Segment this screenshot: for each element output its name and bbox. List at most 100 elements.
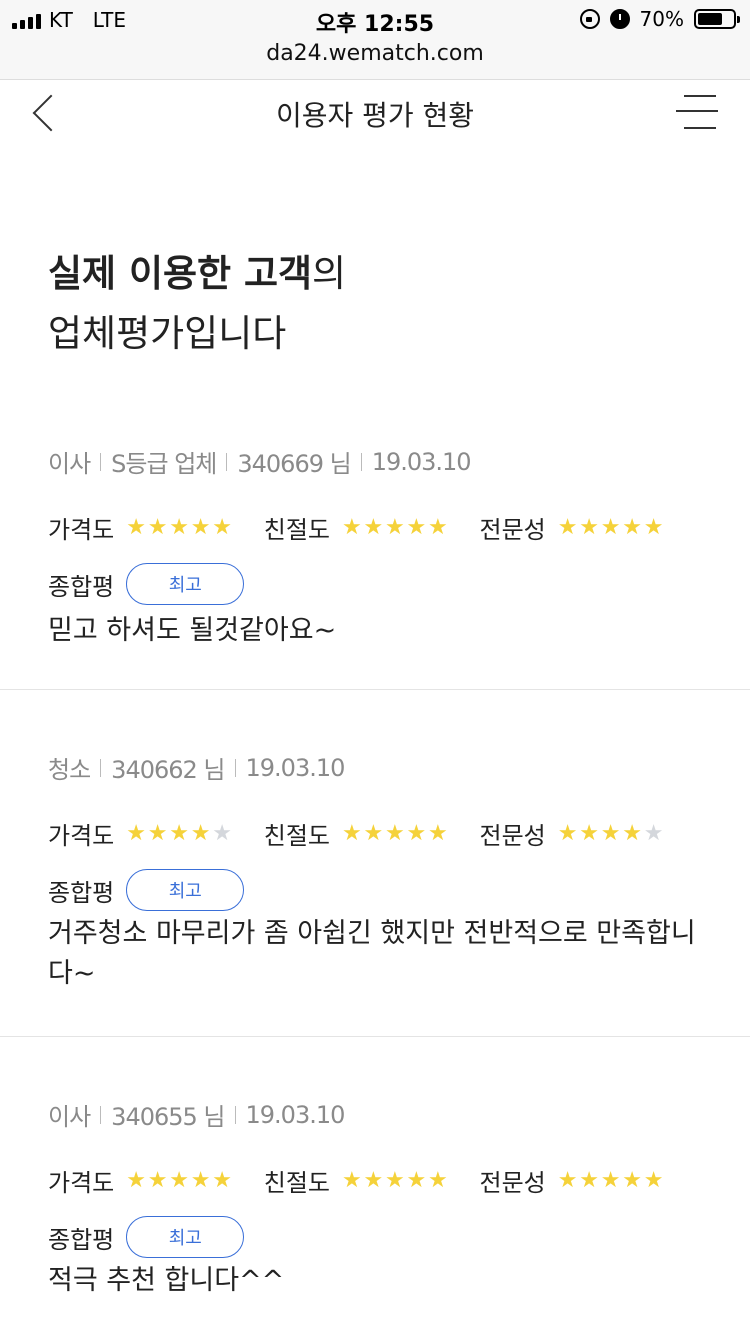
overall-row: 종합평 최고: [48, 563, 245, 605]
status-bar: KT LTE 오후 12:55 70%: [0, 0, 750, 40]
rating-label: 친절도: [263, 516, 330, 544]
star-filled-icon: ★: [622, 1167, 642, 1193]
rating-row: 가격도 ★ ★ ★ ★ ★ 친절도 ★ ★ ★ ★ ★ 전문성 ★ ★ ★ ★ ★: [48, 510, 665, 545]
star-filled-icon: ★: [126, 514, 146, 540]
star-filled-icon: ★: [428, 820, 448, 846]
intro-line-2: 업체평가입니다: [48, 312, 287, 355]
star-empty-icon: ★: [212, 820, 232, 846]
star-filled-icon: ★: [126, 820, 146, 846]
star-filled-icon: ★: [557, 820, 578, 846]
intro-heading: 실제 이용한 고객의 업체평가입니다: [48, 244, 346, 364]
rating-group: 친절도 ★ ★ ★ ★ ★: [264, 816, 450, 851]
overall-label: 종합평: [48, 1225, 115, 1254]
overall-label: 종합평: [48, 878, 115, 907]
rating-group: 가격도 ★ ★ ★ ★ ★: [48, 1163, 234, 1198]
star-filled-icon: ★: [428, 1167, 448, 1193]
url-text: da24.wematch.com: [266, 41, 484, 66]
battery-percent: 70%: [639, 7, 684, 31]
meta-item: 19.03.10: [245, 1100, 346, 1129]
review-card: 이사 340655 님 19.03.10 가격도 ★ ★ ★ ★ ★ 친절도 ★ ★ ★ ★ ★ 전문성 ★ ★ ★…: [0, 1037, 750, 1334]
rating-label: 가격도: [48, 1169, 115, 1197]
star-filled-icon: ★: [363, 1167, 384, 1193]
meta-separator: [100, 1105, 102, 1124]
page-title: 이용자 평가 현황: [275, 99, 475, 132]
review-meta: 이사 340655 님 19.03.10: [48, 1097, 346, 1132]
star-filled-icon: ★: [169, 820, 189, 846]
meta-separator: [234, 1105, 236, 1124]
star-rating: ★ ★ ★ ★ ★: [126, 820, 234, 846]
url-bar[interactable]: da24.wematch.com: [0, 40, 750, 80]
meta-separator: [360, 452, 362, 471]
meta-item: 19.03.10: [371, 447, 472, 476]
star-filled-icon: ★: [406, 1167, 427, 1193]
rating-label: 친절도: [263, 822, 330, 850]
meta-separator: [100, 758, 102, 777]
alarm-icon: [609, 9, 630, 29]
rating-group: 전문성 ★ ★ ★ ★ ★: [480, 510, 666, 545]
meta-item: 이사: [48, 450, 91, 478]
meta-item: 이사: [48, 1103, 91, 1131]
star-filled-icon: ★: [190, 514, 211, 540]
star-filled-icon: ★: [212, 514, 232, 540]
star-filled-icon: ★: [363, 820, 384, 846]
star-filled-icon: ★: [406, 820, 427, 846]
meta-separator: [226, 452, 228, 471]
overall-row: 종합평 최고: [48, 1216, 245, 1258]
status-bar-right: 70%: [579, 7, 740, 31]
intro-line-1: 실제 이용한 고객의: [48, 244, 346, 304]
rating-group: 전문성 ★ ★ ★ ★ ★: [480, 1163, 666, 1198]
star-filled-icon: ★: [169, 514, 189, 540]
intro-bold: 실제 이용한 고객: [48, 252, 313, 295]
lock-rotation-icon: [579, 9, 600, 29]
meta-separator: [100, 452, 102, 471]
star-filled-icon: ★: [385, 820, 405, 846]
star-rating: ★ ★ ★ ★ ★: [557, 820, 666, 846]
rating-label: 가격도: [48, 516, 115, 544]
star-filled-icon: ★: [579, 1167, 599, 1193]
star-filled-icon: ★: [190, 820, 211, 846]
star-filled-icon: ★: [622, 514, 642, 540]
rating-group: 전문성 ★ ★ ★ ★ ★: [480, 816, 666, 851]
star-filled-icon: ★: [385, 1167, 405, 1193]
star-filled-icon: ★: [342, 1167, 362, 1193]
star-rating: ★ ★ ★ ★ ★: [342, 1167, 450, 1193]
star-filled-icon: ★: [557, 1167, 578, 1193]
review-card: 이사 S등급 업체 340669 님 19.03.10 가격도 ★ ★ ★ ★ ★ 친절도 ★ ★ ★ ★ ★…: [0, 410, 750, 690]
star-filled-icon: ★: [600, 1167, 621, 1193]
rating-label: 가격도: [48, 822, 115, 850]
star-filled-icon: ★: [643, 1167, 664, 1193]
star-filled-icon: ★: [212, 1167, 232, 1193]
star-empty-icon: ★: [643, 820, 664, 846]
hamburger-menu-icon[interactable]: [676, 94, 720, 130]
star-filled-icon: ★: [600, 820, 621, 846]
battery-icon: [694, 9, 740, 29]
rating-label: 전문성: [479, 822, 546, 850]
rating-label: 전문성: [479, 1169, 546, 1197]
star-filled-icon: ★: [428, 514, 448, 540]
star-filled-icon: ★: [579, 514, 599, 540]
review-meta: 이사 S등급 업체 340669 님 19.03.10: [48, 444, 472, 479]
review-comment: 적극 추천 합니다^^: [48, 1265, 285, 1296]
star-rating: ★ ★ ★ ★ ★: [342, 514, 450, 540]
star-filled-icon: ★: [147, 514, 168, 540]
overall-badge: 최고: [126, 869, 245, 911]
star-rating: ★ ★ ★ ★ ★: [126, 1167, 234, 1193]
star-filled-icon: ★: [190, 1167, 211, 1193]
meta-item: 340669 님: [237, 450, 351, 478]
star-filled-icon: ★: [557, 514, 578, 540]
star-filled-icon: ★: [643, 514, 664, 540]
intro-suffix: 의: [312, 252, 347, 295]
star-filled-icon: ★: [363, 514, 384, 540]
review-meta: 청소 340662 님 19.03.10: [48, 750, 345, 785]
rating-row: 가격도 ★ ★ ★ ★ ★ 친절도 ★ ★ ★ ★ ★ 전문성 ★ ★ ★ ★ ★: [48, 816, 665, 851]
rating-label: 전문성: [479, 516, 546, 544]
rating-group: 가격도 ★ ★ ★ ★ ★: [48, 510, 234, 545]
rating-row: 가격도 ★ ★ ★ ★ ★ 친절도 ★ ★ ★ ★ ★ 전문성 ★ ★ ★ ★ ★: [48, 1163, 665, 1198]
meta-separator: [234, 758, 236, 777]
rating-group: 친절도 ★ ★ ★ ★ ★: [264, 1163, 450, 1198]
overall-label: 종합평: [48, 572, 115, 601]
overall-badge: 최고: [126, 1216, 245, 1258]
rating-label: 친절도: [263, 1169, 330, 1197]
rating-group: 가격도 ★ ★ ★ ★ ★: [48, 816, 234, 851]
meta-item: 340655 님: [111, 1103, 225, 1131]
